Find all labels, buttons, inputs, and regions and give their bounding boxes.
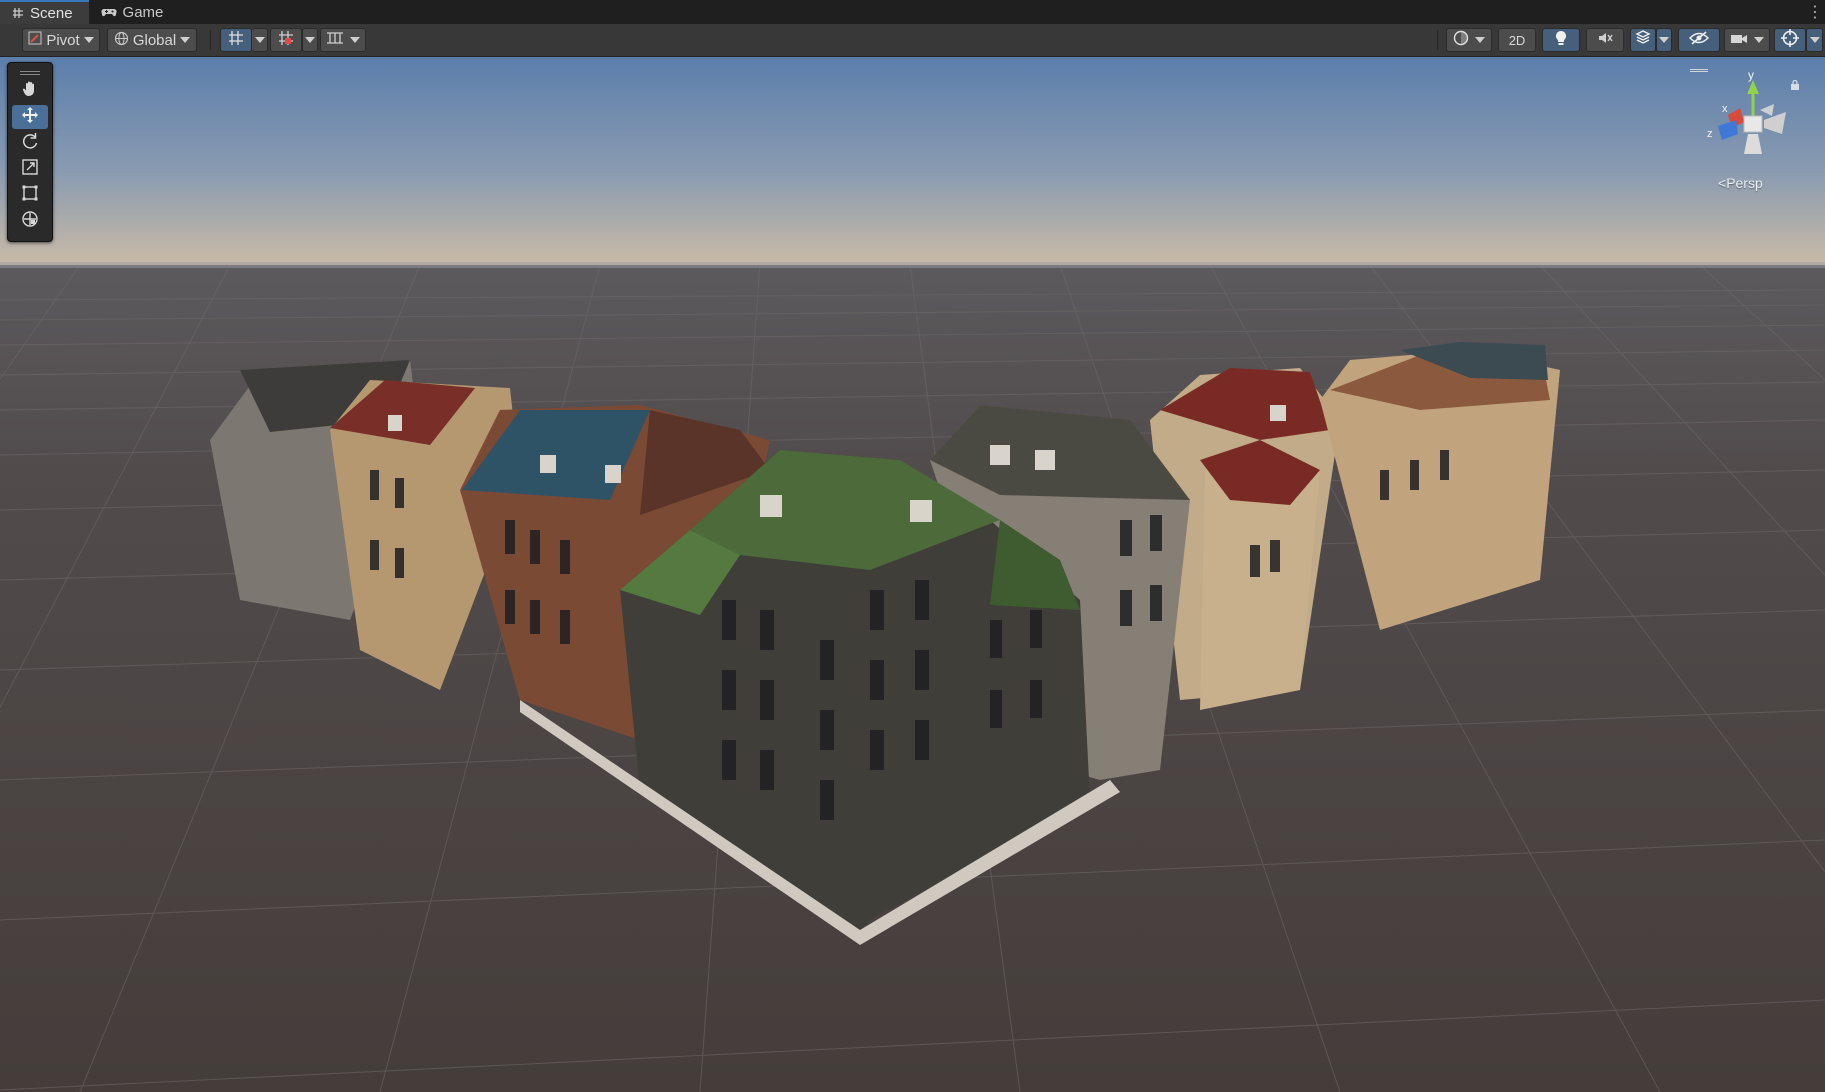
- increment-snap-icon: [278, 30, 294, 50]
- rotate-icon: [21, 132, 39, 154]
- transform-tool-button[interactable]: [12, 209, 48, 233]
- move-icon: [21, 106, 39, 128]
- shading-mode-icon: [1453, 30, 1469, 50]
- global-label: Global: [132, 31, 177, 49]
- effects-dropdown[interactable]: [1656, 28, 1672, 52]
- grid-visibility-dropdown[interactable]: [320, 28, 366, 52]
- gizmo-center-cube[interactable]: [1743, 115, 1763, 133]
- projection-label: Persp: [1726, 175, 1763, 191]
- tab-game[interactable]: Game: [89, 0, 180, 24]
- grid-snap-button[interactable]: [220, 28, 252, 52]
- audio-toggle-button[interactable]: [1586, 28, 1624, 52]
- tab-scene-label: Scene: [30, 4, 73, 22]
- camera-settings-dropdown[interactable]: [1724, 28, 1770, 52]
- effects-icon: [1635, 30, 1651, 50]
- editor-tab-bar: Scene Game ⋮: [0, 0, 1825, 24]
- 2d-toggle-button[interactable]: 2D: [1498, 28, 1536, 52]
- neg-z-axis-cone[interactable]: [1760, 104, 1774, 116]
- chevron-down-icon: [1754, 37, 1764, 43]
- chevron-down-icon: [1809, 37, 1820, 43]
- transform-icon: [21, 210, 39, 232]
- y-axis-cone[interactable]: [1747, 80, 1759, 94]
- chevron-down-icon: [1475, 37, 1485, 43]
- camera-settings-icon: [1730, 32, 1748, 49]
- z-axis-label: z: [1707, 128, 1713, 140]
- chevron-down-icon: [83, 37, 94, 43]
- 2d-label: 2D: [1508, 32, 1526, 48]
- rotate-tool-button[interactable]: [12, 131, 48, 155]
- gamepad-icon: [100, 6, 117, 18]
- grid-icon: [12, 7, 24, 19]
- increment-snap-dropdown[interactable]: [302, 28, 318, 52]
- x-axis-label: x: [1722, 103, 1728, 115]
- pivot-dropdown[interactable]: Pivot: [22, 28, 100, 52]
- audio-toggle-icon: [1597, 31, 1613, 49]
- lighting-toggle-button[interactable]: [1542, 28, 1580, 52]
- increment-snap-button[interactable]: [270, 28, 302, 52]
- grid-visibility-icon: [326, 31, 344, 49]
- hand-tool-button[interactable]: [12, 79, 48, 103]
- chevron-down-icon: [305, 37, 315, 43]
- gizmos-icon: [1781, 29, 1799, 51]
- horizon-haze: [0, 262, 1825, 268]
- pivot-icon: [28, 31, 42, 49]
- chevron-down-icon: [180, 37, 191, 43]
- hidden-objects-toggle[interactable]: [1678, 28, 1720, 52]
- shading-mode-dropdown[interactable]: [1446, 28, 1492, 52]
- pivot-label: Pivot: [46, 31, 80, 49]
- scene-render: [0, 57, 1825, 1092]
- palette-grip[interactable]: [20, 71, 40, 72]
- scene-viewport[interactable]: y x z <Persp: [0, 57, 1825, 1092]
- kebab-menu-icon[interactable]: ⋮: [1805, 0, 1825, 24]
- hand-icon: [21, 80, 39, 102]
- sky: [0, 57, 1825, 267]
- grid-snap-icon: [228, 30, 244, 50]
- chevron-down-icon: [254, 37, 265, 43]
- scale-icon: [21, 158, 39, 180]
- chevron-down-icon: [1659, 37, 1669, 43]
- globe-icon: [114, 31, 129, 50]
- rect-tool-button[interactable]: [12, 183, 48, 207]
- y-axis-label: y: [1748, 70, 1754, 82]
- toolbar-divider: [210, 30, 211, 50]
- effects-button[interactable]: [1630, 28, 1656, 52]
- z-axis-cone[interactable]: [1718, 120, 1738, 140]
- global-dropdown[interactable]: Global: [107, 28, 197, 52]
- chevron-down-icon: [350, 37, 360, 43]
- neg-x-axis-cone[interactable]: [1764, 112, 1786, 134]
- grid-snap-dropdown[interactable]: [252, 28, 268, 52]
- lighting-toggle-icon: [1554, 30, 1568, 50]
- toolbar-divider: [1437, 30, 1438, 50]
- neg-y-axis-cone[interactable]: [1744, 134, 1762, 154]
- tab-game-label: Game: [122, 3, 164, 21]
- tab-scene[interactable]: Scene: [0, 0, 89, 24]
- scene-toolbar: Pivot Global 2D: [0, 24, 1825, 57]
- gizmos-button[interactable]: [1774, 28, 1806, 52]
- projection-toggle[interactable]: <Persp: [1718, 175, 1763, 191]
- gizmos-dropdown[interactable]: [1806, 28, 1823, 52]
- tool-palette: [7, 62, 53, 242]
- move-tool-button[interactable]: [12, 105, 48, 129]
- scale-tool-button[interactable]: [12, 157, 48, 181]
- projection-arrow-icon: <: [1718, 175, 1727, 191]
- hidden-objects-icon: [1689, 31, 1709, 49]
- rect-transform-icon: [21, 184, 39, 206]
